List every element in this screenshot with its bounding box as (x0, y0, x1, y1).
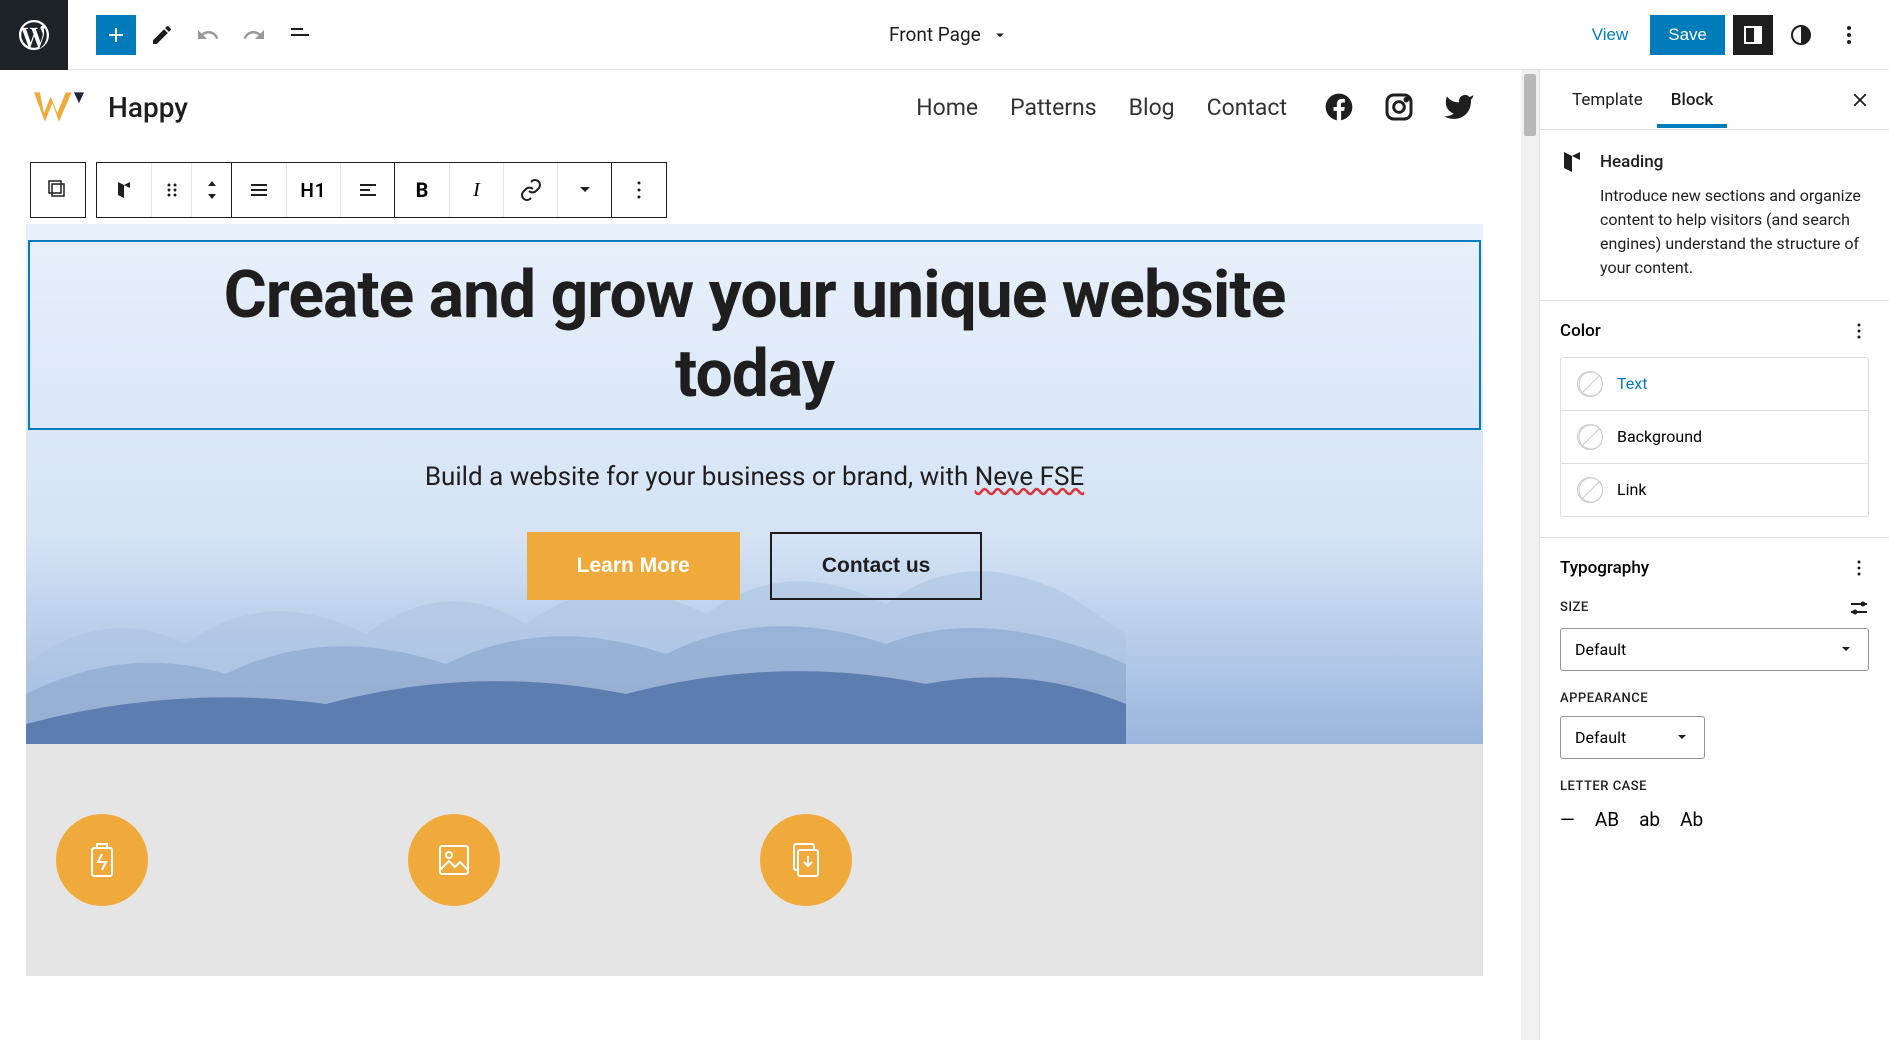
block-info-desc: Introduce new sections and organize cont… (1600, 184, 1869, 280)
site-logo[interactable] (34, 88, 84, 126)
scrollbar-thumb[interactable] (1524, 74, 1536, 136)
text-align-button[interactable] (340, 163, 394, 217)
styles-button[interactable] (1781, 15, 1821, 55)
undo-button[interactable] (188, 15, 228, 55)
typography-panel-title: Typography (1560, 558, 1649, 578)
subheading[interactable]: Build a website for your business or bra… (26, 462, 1483, 492)
typography-panel-options-icon[interactable] (1849, 558, 1869, 578)
size-select[interactable]: Default (1560, 628, 1869, 671)
close-sidebar-button[interactable] (1849, 89, 1871, 111)
empty-swatch-icon (1577, 477, 1603, 503)
color-text-row[interactable]: Text (1561, 358, 1868, 410)
empty-swatch-icon (1577, 424, 1603, 450)
heading-block[interactable]: Create and grow your unique website toda… (28, 240, 1481, 430)
heading-block-icon (1560, 150, 1584, 174)
site-title[interactable]: Happy (108, 91, 188, 124)
chevron-down-icon (1674, 729, 1690, 745)
lettercase-upper[interactable]: AB (1595, 808, 1619, 831)
view-button[interactable]: View (1578, 17, 1643, 53)
lettercase-cap[interactable]: Ab (1680, 808, 1703, 831)
twitter-icon[interactable] (1443, 91, 1475, 123)
nav-patterns[interactable]: Patterns (1010, 94, 1097, 121)
appearance-label: APPEARANCE (1560, 691, 1648, 706)
nav-blog[interactable]: Blog (1129, 94, 1175, 121)
settings-panel-toggle[interactable] (1733, 15, 1773, 55)
lettercase-label: LETTER CASE (1560, 779, 1647, 794)
block-options-button[interactable] (612, 163, 666, 217)
color-background-row[interactable]: Background (1561, 410, 1868, 463)
options-button[interactable] (1829, 15, 1869, 55)
block-type-button[interactable] (97, 163, 151, 217)
link-button[interactable] (503, 163, 557, 217)
heading-text[interactable]: Create and grow your unique website toda… (150, 256, 1359, 414)
bold-button[interactable]: B (395, 163, 449, 217)
block-toolbar: H1 B I (30, 162, 1479, 218)
nav-contact[interactable]: Contact (1207, 94, 1287, 121)
color-panel-options-icon[interactable] (1849, 321, 1869, 341)
parent-block-button[interactable] (31, 163, 85, 217)
italic-button[interactable]: I (449, 163, 503, 217)
tools-button[interactable] (142, 15, 182, 55)
more-formatting-button[interactable] (557, 163, 611, 217)
feature-image-icon (408, 814, 500, 906)
save-button[interactable]: Save (1650, 15, 1725, 55)
color-panel-title: Color (1560, 321, 1601, 341)
feature-battery-icon (56, 814, 148, 906)
nav-home[interactable]: Home (916, 94, 978, 121)
move-buttons[interactable] (191, 163, 231, 217)
lettercase-none[interactable]: — (1560, 808, 1575, 831)
list-view-button[interactable] (280, 15, 320, 55)
heading-level-button[interactable]: H1 (286, 163, 340, 217)
hero-section[interactable]: Create and grow your unique website toda… (26, 224, 1483, 744)
facebook-icon[interactable] (1323, 91, 1355, 123)
tab-template[interactable]: Template (1558, 72, 1657, 128)
empty-swatch-icon (1577, 371, 1603, 397)
scrollbar[interactable] (1521, 70, 1539, 1040)
chevron-down-icon (1838, 641, 1854, 657)
redo-button[interactable] (234, 15, 274, 55)
drag-handle[interactable] (151, 163, 191, 217)
page-title[interactable]: Front Page (889, 23, 981, 46)
sliders-icon[interactable] (1849, 598, 1869, 618)
contact-us-button[interactable]: Contact us (770, 532, 983, 600)
wordpress-logo[interactable] (0, 0, 68, 70)
appearance-select[interactable]: Default (1560, 716, 1705, 759)
add-block-button[interactable] (96, 15, 136, 55)
learn-more-button[interactable]: Learn More (527, 532, 740, 600)
size-label: SIZE (1560, 600, 1589, 615)
lettercase-lower[interactable]: ab (1639, 808, 1660, 831)
features-section[interactable] (26, 744, 1483, 976)
color-link-row[interactable]: Link (1561, 463, 1868, 516)
tab-block[interactable]: Block (1657, 72, 1727, 128)
chevron-down-icon (991, 26, 1009, 44)
block-info-title: Heading (1600, 150, 1869, 176)
settings-sidebar: Template Block Heading Introduce new sec… (1539, 70, 1889, 1040)
align-button[interactable] (232, 163, 286, 217)
feature-download-icon (760, 814, 852, 906)
editor-canvas[interactable]: Happy Home Patterns Blog Contact (0, 70, 1521, 1040)
instagram-icon[interactable] (1383, 91, 1415, 123)
